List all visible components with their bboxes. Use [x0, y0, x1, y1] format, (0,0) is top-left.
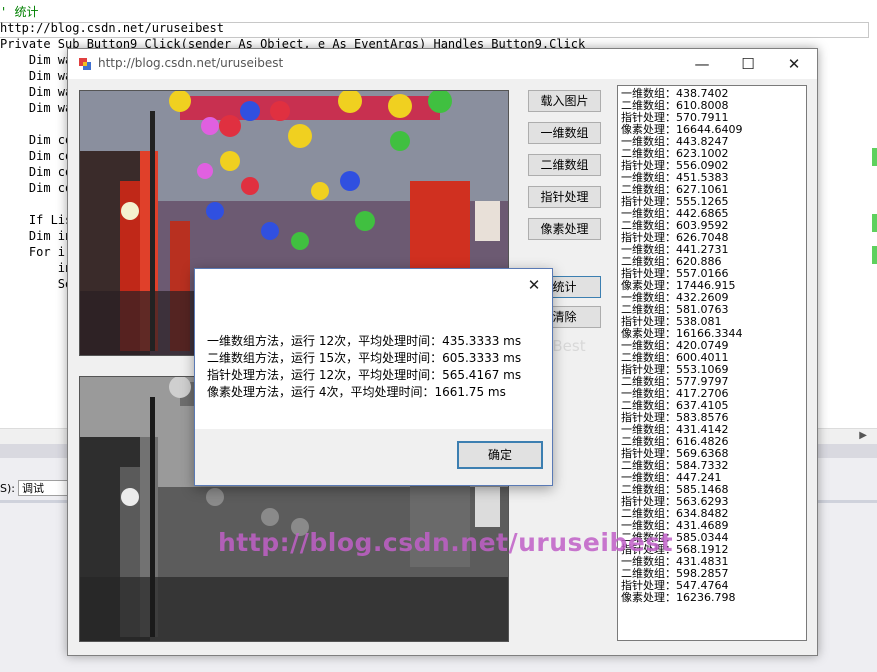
code-line: Se [0, 277, 73, 291]
code-line: If Lis [0, 213, 73, 227]
maximize-button[interactable]: ☐ [725, 49, 771, 79]
two-dim-array-button[interactable]: 二维数组 [528, 154, 601, 176]
result-line-pointer: 指针处理方法，运行 12次，平均处理时间：565.4167 ms [207, 368, 522, 382]
code-line: ' 统计 [0, 5, 39, 19]
code-line: Dim in [0, 229, 73, 243]
code-line: Dim wa [0, 69, 73, 83]
pixel-process-button[interactable]: 像素处理 [528, 218, 601, 240]
dialog-body: ✕ 一维数组方法，运行 12次，平均处理时间：435.3333 ms 二维数组方… [195, 269, 552, 429]
code-line: Dim co [0, 181, 73, 195]
code-line: Dim co [0, 133, 73, 147]
change-marker [872, 148, 877, 166]
code-line: Dim co [0, 149, 73, 163]
change-marker [872, 214, 877, 232]
code-line: in [0, 261, 73, 275]
code-line: Dim wa [0, 101, 73, 115]
code-line: http://blog.csdn.net/uruseibest [0, 21, 224, 35]
pointer-process-button[interactable]: 指针处理 [528, 186, 601, 208]
title-bar[interactable]: http://blog.csdn.net/uruseibest — ☐ ✕ [68, 49, 817, 79]
code-line: Dim wa [0, 85, 73, 99]
result-line-two-dim: 二维数组方法，运行 15次，平均处理时间：605.3333 ms [207, 351, 522, 365]
minimize-button[interactable]: — [679, 49, 725, 79]
one-dim-array-button[interactable]: 一维数组 [528, 122, 601, 144]
load-image-button[interactable]: 载入图片 [528, 90, 601, 112]
close-button[interactable]: ✕ [771, 49, 817, 79]
config-label: S): [0, 482, 15, 495]
change-marker [872, 246, 877, 264]
scroll-right-icon[interactable]: ▶ [859, 430, 867, 441]
watermark: http://blog.csdn.net/uruseibest [218, 528, 674, 557]
app-icon [79, 58, 91, 70]
result-line-pixel: 像素处理方法，运行 4次，平均处理时间：1661.75 ms [207, 385, 506, 399]
result-log[interactable]: 一维数组：438.7402 二维数组：610.8008 指针处理：570.7911 像… [617, 85, 807, 641]
log-line: 像素处理：16236.798 [621, 591, 736, 604]
statistics-dialog: ✕ 一维数组方法，运行 12次，平均处理时间：435.3333 ms 二维数组方… [194, 268, 553, 486]
dialog-close-button[interactable]: ✕ [524, 275, 544, 295]
code-line: Dim wa [0, 53, 73, 67]
code-line: For i [0, 245, 66, 259]
ok-button[interactable]: 确定 [457, 441, 543, 469]
window-title: http://blog.csdn.net/uruseibest [98, 56, 284, 70]
code-line: Dim co [0, 165, 73, 179]
result-line-one-dim: 一维数组方法，运行 12次，平均处理时间：435.3333 ms [207, 334, 522, 348]
